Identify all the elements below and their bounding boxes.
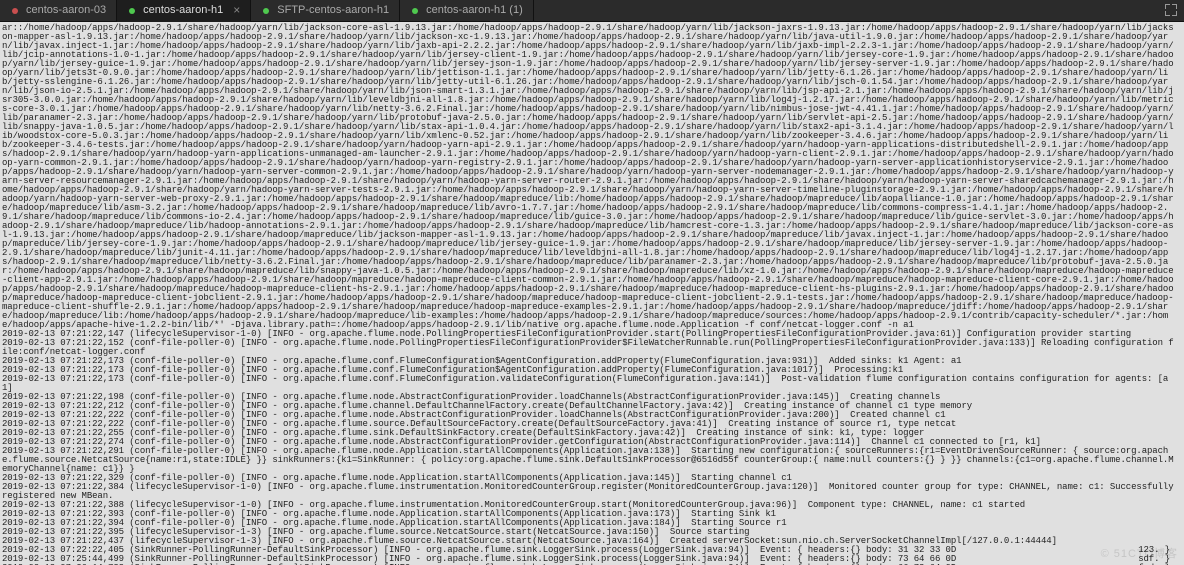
close-icon[interactable]: ×: [233, 4, 240, 18]
tab-label: centos-aaron-h1: [143, 4, 223, 17]
tab-centos-aaron-h1-1[interactable]: centos-aaron-h1 (1): [400, 0, 534, 22]
bullet-icon: [10, 6, 20, 16]
tab-sftp-centos-aaron-h1[interactable]: SFTP-centos-aaron-h1: [251, 0, 400, 22]
tab-label: centos-aaron-03: [26, 4, 106, 17]
expand-icon[interactable]: [1164, 3, 1178, 17]
log-container: 2019-02-13 07:21:22,147 (lifecycleSuperv…: [2, 330, 1178, 546]
tab-label: SFTP-centos-aaron-h1: [277, 4, 389, 17]
classpath-line: ar::/home/hadoop/apps/hadoop-2.9.1/share…: [2, 24, 1178, 330]
log-line: 2019-02-13 07:21:22,384 (lifecycleSuperv…: [2, 483, 1178, 501]
log-line: 2019-02-13 07:21:22,173 (conf-file-polle…: [2, 375, 1178, 393]
event-container: 123. }2019-02-13 07:22:22,405 (SinkRunne…: [2, 546, 1178, 565]
tab-centos-aaron-h1[interactable]: centos-aaron-h1 ×: [117, 0, 251, 22]
log-line: 2019-02-13 07:21:22,291 (conf-file-polle…: [2, 447, 1178, 474]
tab-centos-aaron-03[interactable]: centos-aaron-03: [0, 0, 117, 22]
bullet-icon: [410, 6, 420, 16]
bullet-icon: [127, 6, 137, 16]
log-line: 2019-02-13 07:21:22,152 (conf-file-polle…: [2, 339, 1178, 357]
terminal-output[interactable]: ar::/home/hadoop/apps/hadoop-2.9.1/share…: [0, 22, 1184, 565]
watermark: © 51CTO博客: [1101, 548, 1178, 561]
tab-bar: centos-aaron-03 centos-aaron-h1 × SFTP-c…: [0, 0, 1184, 22]
tab-label: centos-aaron-h1 (1): [426, 4, 523, 17]
bullet-icon: [261, 6, 271, 16]
